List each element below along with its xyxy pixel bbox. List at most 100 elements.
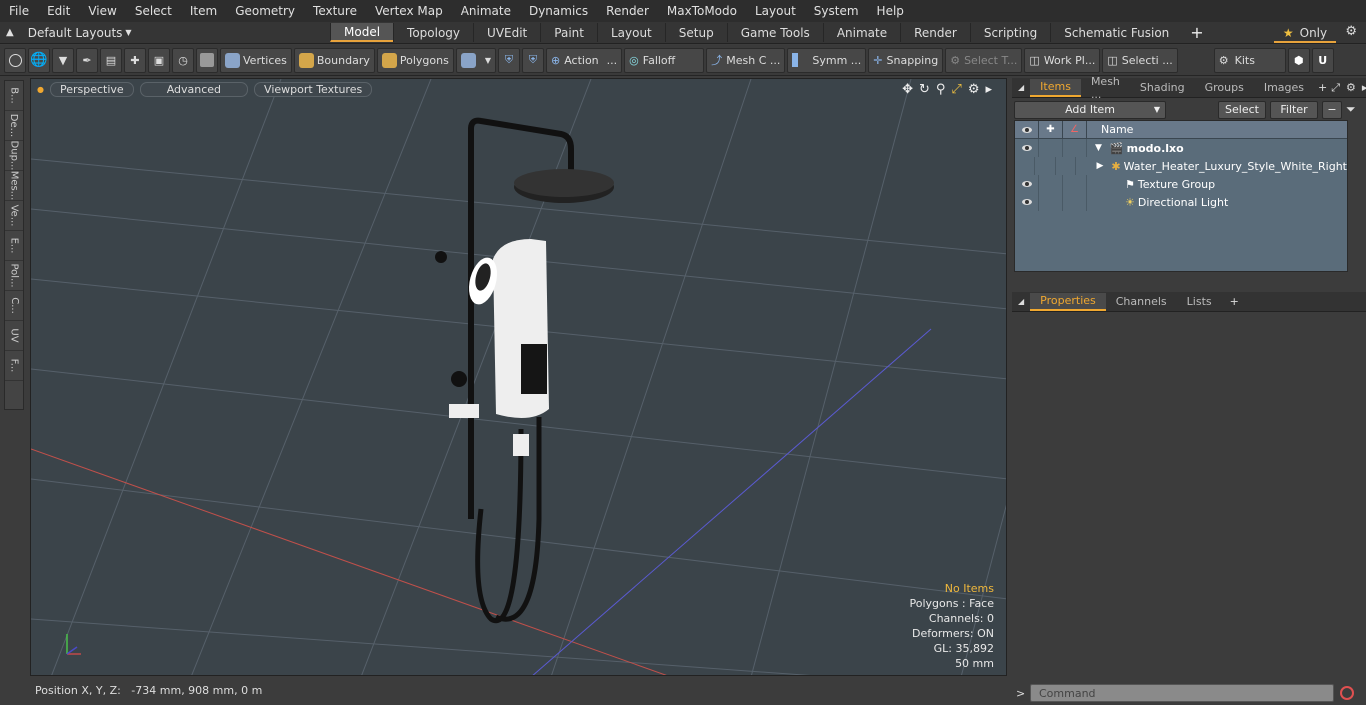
- render-toggle[interactable]: [1063, 193, 1087, 211]
- add-panel-tab-icon[interactable]: +: [1318, 81, 1327, 94]
- tab-setup[interactable]: Setup: [664, 23, 727, 42]
- tab-scripting[interactable]: Scripting: [969, 23, 1050, 42]
- panel-menu-icon[interactable]: ◢: [1018, 297, 1024, 306]
- funnel-icon[interactable]: ⏷: [1346, 102, 1356, 117]
- pan-icon[interactable]: ✥: [902, 82, 913, 97]
- menu-item-view[interactable]: View: [79, 4, 125, 18]
- render-toggle[interactable]: [1063, 175, 1087, 193]
- panel-gear-icon[interactable]: ⚙: [1346, 81, 1356, 94]
- render-toggle[interactable]: [1056, 157, 1077, 175]
- lock-toggle[interactable]: [1039, 193, 1063, 211]
- left-tab[interactable]: B...: [5, 81, 23, 111]
- select-through-button[interactable]: ⚙ Select T...: [945, 47, 1023, 73]
- expand-arrow-icon[interactable]: ▶: [1096, 161, 1103, 171]
- left-tab[interactable]: Dup...: [5, 141, 23, 171]
- snapping-button[interactable]: ✛ Snapping: [868, 47, 944, 73]
- menu-item-help[interactable]: Help: [868, 4, 913, 18]
- menu-item-animate[interactable]: Animate: [452, 4, 520, 18]
- render-toggle[interactable]: [1063, 139, 1087, 157]
- tab-layout[interactable]: Layout: [596, 23, 665, 42]
- 3d-viewport[interactable]: ● Perspective Advanced Viewport Textures…: [30, 78, 1007, 676]
- tab-schematic-fusion[interactable]: Schematic Fusion: [1050, 23, 1182, 42]
- menu-item-render[interactable]: Render: [597, 4, 658, 18]
- panel-menu-icon[interactable]: ◢: [1018, 83, 1024, 92]
- tab-uvedit[interactable]: UVEdit: [473, 23, 540, 42]
- left-tab[interactable]: UV: [5, 321, 23, 351]
- panel-arrow-icon[interactable]: ▸: [1362, 81, 1366, 94]
- rotate-icon[interactable]: ↻: [919, 82, 930, 97]
- tree-row-scene[interactable]: ▼ 🎬 modo.lxo: [1015, 139, 1347, 157]
- panel-expand-icon[interactable]: ⤢: [1331, 81, 1340, 95]
- panel-tab-lists[interactable]: Lists: [1177, 293, 1222, 311]
- tree-row-light[interactable]: ☀ Directional Light: [1015, 193, 1347, 211]
- tab-paint[interactable]: Paint: [540, 23, 597, 42]
- unity-button[interactable]: ⬢: [1287, 47, 1310, 73]
- symmetry-button[interactable]: Symm ...: [787, 47, 867, 73]
- lasso-button[interactable]: ▼: [52, 47, 74, 73]
- render-column[interactable]: ∠: [1063, 120, 1087, 139]
- menu-item-layout[interactable]: Layout: [746, 4, 805, 18]
- menu-item-item[interactable]: Item: [181, 4, 226, 18]
- tab-animate[interactable]: Animate: [822, 23, 900, 42]
- left-tab[interactable]: C...: [5, 291, 23, 321]
- selection-sets-button[interactable]: ◫ Selecti ...: [1102, 47, 1178, 73]
- timer-button[interactable]: ◷: [172, 47, 194, 73]
- tab-render[interactable]: Render: [900, 23, 970, 42]
- record-icon[interactable]: [1340, 686, 1354, 700]
- menu-item-geometry[interactable]: Geometry: [226, 4, 304, 18]
- unreal-button[interactable]: U: [1311, 47, 1334, 73]
- visibility-toggle[interactable]: [1015, 157, 1036, 175]
- items-mode-button[interactable]: [196, 47, 218, 73]
- element-button[interactable]: ▣: [148, 47, 170, 73]
- left-tab[interactable]: De...: [5, 111, 23, 141]
- panel-tab-channels[interactable]: Channels: [1106, 293, 1177, 311]
- visibility-toggle[interactable]: [1015, 139, 1039, 157]
- mesh-constraint-button[interactable]: ⤴ Mesh C ...: [706, 47, 786, 73]
- lock-toggle[interactable]: [1039, 175, 1063, 193]
- select-circle-button[interactable]: [4, 47, 26, 73]
- tree-row-texture-group[interactable]: ⚑ Texture Group: [1015, 175, 1347, 193]
- lock-column[interactable]: ✚: [1039, 120, 1063, 139]
- vertices-button[interactable]: Vertices: [220, 47, 292, 73]
- command-input[interactable]: Command: [1030, 684, 1334, 702]
- falloff-button[interactable]: ◎ Falloff: [624, 47, 705, 73]
- menu-item-maxtomodo[interactable]: MaxToModo: [658, 4, 746, 18]
- shield-alt-button[interactable]: ⛨: [521, 47, 544, 73]
- perspective-button[interactable]: Perspective: [49, 81, 134, 97]
- menu-item-file[interactable]: File: [0, 4, 38, 18]
- collapse-arrow-icon[interactable]: ▼: [1095, 143, 1102, 153]
- menu-item-system[interactable]: System: [805, 4, 868, 18]
- left-tab[interactable]: Pol...: [5, 261, 23, 291]
- zoom-icon[interactable]: ⚲: [936, 82, 946, 97]
- tab-game-tools[interactable]: Game Tools: [726, 23, 823, 42]
- material-button[interactable]: ▼: [455, 47, 496, 73]
- visibility-column[interactable]: [1015, 120, 1039, 139]
- polygons-button[interactable]: Polygons: [376, 47, 454, 73]
- lock-toggle[interactable]: [1039, 139, 1063, 157]
- add-panel-tab-icon[interactable]: +: [1230, 295, 1239, 308]
- menu-item-dynamics[interactable]: Dynamics: [520, 4, 597, 18]
- collapse-button[interactable]: −: [1322, 100, 1342, 119]
- menu-item-vertex-map[interactable]: Vertex Map: [366, 4, 452, 18]
- panel-tab-shading[interactable]: Shading: [1130, 79, 1195, 97]
- work-plane-button[interactable]: ◫ Work Pl...: [1024, 47, 1101, 73]
- filter-button[interactable]: Filter: [1270, 100, 1318, 119]
- advanced-button[interactable]: Advanced: [139, 81, 249, 97]
- left-tab[interactable]: E...: [5, 231, 23, 261]
- viewport-gear-icon[interactable]: ⚙: [968, 82, 980, 97]
- brush-button[interactable]: ✒: [76, 47, 98, 73]
- add-item-dropdown[interactable]: Add Item ▼: [1014, 100, 1166, 119]
- tab-model[interactable]: Model: [330, 23, 394, 42]
- action-button[interactable]: ⊕ Action...: [545, 47, 623, 73]
- boundary-button[interactable]: Boundary: [293, 47, 375, 73]
- gear-icon[interactable]: ⚙: [1345, 24, 1357, 39]
- expand-right-icon[interactable]: ▸: [985, 82, 992, 97]
- panel-tab-properties[interactable]: Properties: [1030, 292, 1106, 311]
- panel-tab-items[interactable]: Items: [1030, 78, 1081, 97]
- left-tab[interactable]: F...: [5, 351, 23, 381]
- maximize-icon[interactable]: ⤢: [951, 82, 961, 97]
- panel-tab-groups[interactable]: Groups: [1195, 79, 1254, 97]
- align-button[interactable]: ▤: [100, 47, 122, 73]
- menu-item-texture[interactable]: Texture: [304, 4, 366, 18]
- panel-tab-images[interactable]: Images: [1254, 79, 1314, 97]
